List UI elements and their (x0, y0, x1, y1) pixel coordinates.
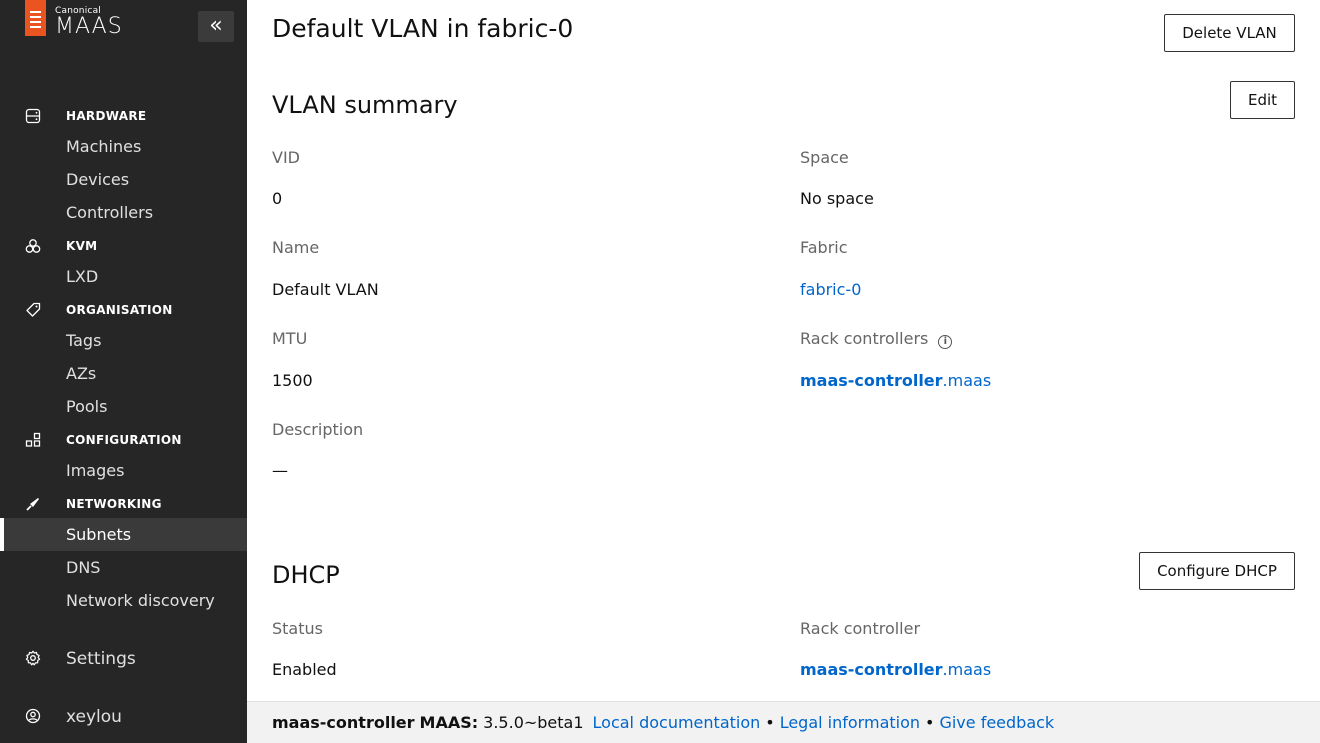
vid-label: VID (272, 148, 300, 167)
tag-icon (26, 302, 41, 317)
dhcp-rack-controller-domain: .maas (942, 660, 992, 679)
dhcp-heading: DHCP (272, 561, 340, 589)
sidebar-item-network-discovery[interactable]: Network discovery (0, 584, 247, 617)
sidebar-item-settings[interactable]: Settings (0, 642, 247, 675)
page-title: Default VLAN in fabric-0 (272, 14, 574, 43)
dhcp-rack-controller-link[interactable]: maas-controller.maas (800, 660, 991, 679)
hardware-icon (25, 108, 41, 124)
sidebar-item-user[interactable]: xeylou (0, 700, 247, 733)
collapse-sidebar-button[interactable]: « (198, 11, 234, 42)
nav-group-organisation: ORGANISATION (0, 300, 247, 320)
nav-group-kvm: KVM (0, 236, 247, 256)
space-label: Space (800, 148, 849, 167)
nav-group-configuration: CONFIGURATION (0, 430, 247, 450)
networking-icon (26, 498, 39, 511)
sidebar-item-pools[interactable]: Pools (0, 390, 247, 423)
footer-version: 3.5.0~beta1 (483, 713, 584, 732)
legal-information-link[interactable]: Legal information (780, 713, 920, 732)
vlan-summary-heading: VLAN summary (272, 91, 458, 119)
delete-vlan-button[interactable]: Delete VLAN (1164, 14, 1295, 52)
configure-dhcp-button[interactable]: Configure DHCP (1139, 552, 1295, 590)
give-feedback-link[interactable]: Give feedback (939, 713, 1054, 732)
space-value: No space (800, 189, 874, 208)
username-label: xeylou (66, 706, 122, 727)
dhcp-rack-controller-label: Rack controller (800, 619, 921, 638)
sidebar-item-images[interactable]: Images (0, 454, 247, 487)
sidebar-item-machines[interactable]: Machines (0, 130, 247, 163)
name-label: Name (272, 238, 320, 257)
mtu-value: 1500 (272, 371, 313, 390)
mtu-label: MTU (272, 329, 308, 348)
configuration-icon (25, 432, 41, 447)
sidebar-item-azs[interactable]: AZs (0, 357, 247, 390)
nav-group-label: NETWORKING (66, 497, 162, 511)
edit-button[interactable]: Edit (1230, 81, 1295, 119)
dhcp-status-value: Enabled (272, 660, 337, 679)
settings-label: Settings (66, 648, 136, 669)
double-chevron-left-icon: « (209, 13, 223, 38)
rack-controller-domain: .maas (942, 371, 992, 390)
name-value: Default VLAN (272, 280, 379, 299)
rack-controllers-label: Rack controllers i (800, 329, 953, 349)
brand-name: MAAS (55, 14, 123, 39)
nav-group-label: CONFIGURATION (66, 433, 182, 447)
sidebar-item-devices[interactable]: Devices (0, 163, 247, 196)
dhcp-rack-controller-host: maas-controller (800, 660, 943, 679)
description-label: Description (272, 420, 364, 439)
nav-group-networking: NETWORKING (0, 494, 247, 514)
rack-controller-host: maas-controller (800, 371, 943, 390)
info-icon[interactable]: i (938, 335, 953, 349)
user-icon (25, 708, 41, 724)
sidebar: Canonical MAAS « HARDWARE Machines Devic… (0, 0, 247, 743)
kvm-icon (25, 239, 41, 253)
sidebar-item-lxd[interactable]: LXD (0, 260, 247, 293)
footer-product: MAAS: (419, 713, 479, 732)
fabric-label: Fabric (800, 238, 848, 257)
footer-host: maas-controller (272, 713, 415, 732)
footer-separator: • (765, 713, 775, 732)
maas-logo-icon (25, 0, 46, 36)
sidebar-item-dns[interactable]: DNS (0, 551, 247, 584)
fabric-link[interactable]: fabric-0 (800, 280, 861, 299)
rack-controllers-label-text: Rack controllers (800, 329, 929, 348)
nav-group-label: ORGANISATION (66, 303, 173, 317)
gear-icon (25, 650, 41, 666)
footer-separator: • (925, 713, 935, 732)
local-documentation-link[interactable]: Local documentation (593, 713, 761, 732)
rack-controller-link[interactable]: maas-controller.maas (800, 371, 991, 390)
maas-logo[interactable]: Canonical MAAS (25, 0, 123, 40)
main-content: Default VLAN in fabric-0 Delete VLAN VLA… (247, 0, 1320, 743)
sidebar-item-subnets[interactable]: Subnets (0, 518, 247, 551)
nav-group-hardware: HARDWARE (0, 106, 247, 126)
footer: maas-controller MAAS: 3.5.0~beta1 Local … (247, 701, 1320, 743)
vid-value: 0 (272, 189, 283, 208)
nav-group-label: HARDWARE (66, 109, 147, 123)
nav-group-label: KVM (66, 239, 98, 253)
sidebar-item-controllers[interactable]: Controllers (0, 196, 247, 229)
description-value: — (272, 461, 288, 480)
sidebar-item-tags[interactable]: Tags (0, 324, 247, 357)
dhcp-status-label: Status (272, 619, 323, 638)
